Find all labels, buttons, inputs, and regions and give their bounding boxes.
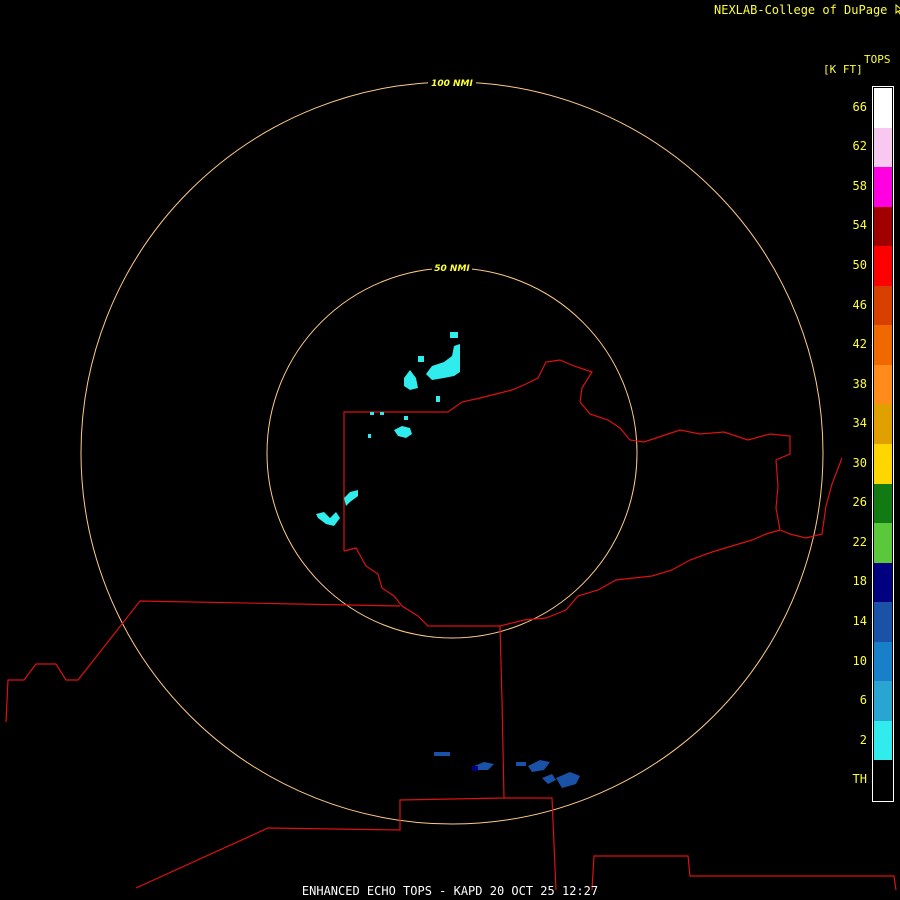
credit-text: NEXLAB-College of DuPage <box>714 3 888 17</box>
color-swatch-6 <box>874 681 892 722</box>
scale-label: 14 <box>852 614 867 628</box>
radar-map: 100 NMI 50 NMI <box>5 76 897 891</box>
scale-label: 58 <box>852 178 867 193</box>
legend-units: [K FT] <box>823 63 863 76</box>
scale-label: 50 <box>852 258 867 272</box>
scale-label: 34 <box>852 416 867 431</box>
scale-label: 66 <box>852 99 867 114</box>
echo-cluster-north <box>404 332 460 402</box>
scale-label: TH <box>852 772 867 787</box>
ring-label-50nmi: 50 NMI <box>434 264 470 274</box>
scale-label: 46 <box>852 297 867 312</box>
echo-returns <box>316 332 580 788</box>
color-swatch-50 <box>874 246 892 287</box>
boundary-meridian <box>135 625 505 889</box>
color-swatch-46 <box>874 285 892 326</box>
scale-label: 10 <box>852 653 867 668</box>
color-scale-bar <box>872 86 894 802</box>
scale-label: 18 <box>852 574 867 589</box>
echo-cluster-center <box>368 412 412 438</box>
color-swatch-th <box>874 760 892 801</box>
scale-label: 6 <box>859 693 867 708</box>
echo-cluster-south <box>434 752 580 788</box>
cursor-arrow-icon <box>895 3 900 18</box>
boundary-south-edge <box>343 529 781 627</box>
color-swatch-42 <box>874 325 892 366</box>
scale-label: 42 <box>852 337 867 352</box>
color-swatch-54 <box>874 206 892 247</box>
boundary-lines <box>5 359 897 891</box>
product-caption: ENHANCED ECHO TOPS - KAPD 20 OCT 25 12:2… <box>301 884 599 898</box>
scale-label: 54 <box>852 218 867 233</box>
color-swatch-26 <box>874 483 892 524</box>
scale-label: 26 <box>852 495 867 510</box>
legend-title: TOPS <box>864 53 891 66</box>
color-swatch-22 <box>874 523 892 564</box>
scale-label: 22 <box>852 534 867 549</box>
color-swatch-30 <box>874 444 892 484</box>
color-swatch-62 <box>874 127 892 168</box>
color-swatch-34 <box>874 404 892 445</box>
echo-cluster-west <box>316 490 358 526</box>
color-swatch-58 <box>874 167 892 208</box>
scale-label: 2 <box>859 732 867 747</box>
boundary-north-region <box>343 359 843 551</box>
color-swatch-18 <box>874 562 892 603</box>
scale-label: 62 <box>852 139 867 154</box>
color-swatch-38 <box>874 364 892 405</box>
ring-label-100nmi: 100 NMI <box>431 79 473 89</box>
color-swatch-2 <box>874 720 892 761</box>
color-swatch-66 <box>874 88 892 128</box>
scale-label: 30 <box>852 455 867 470</box>
range-ring-100nmi <box>80 81 824 825</box>
credit-label[interactable]: NEXLAB-College of DuPage <box>714 3 900 18</box>
scale-label: 38 <box>852 376 867 391</box>
color-swatch-14 <box>874 602 892 643</box>
range-ring-50nmi <box>266 267 638 639</box>
boundary-west-region <box>5 600 401 723</box>
color-swatch-10 <box>874 641 892 682</box>
